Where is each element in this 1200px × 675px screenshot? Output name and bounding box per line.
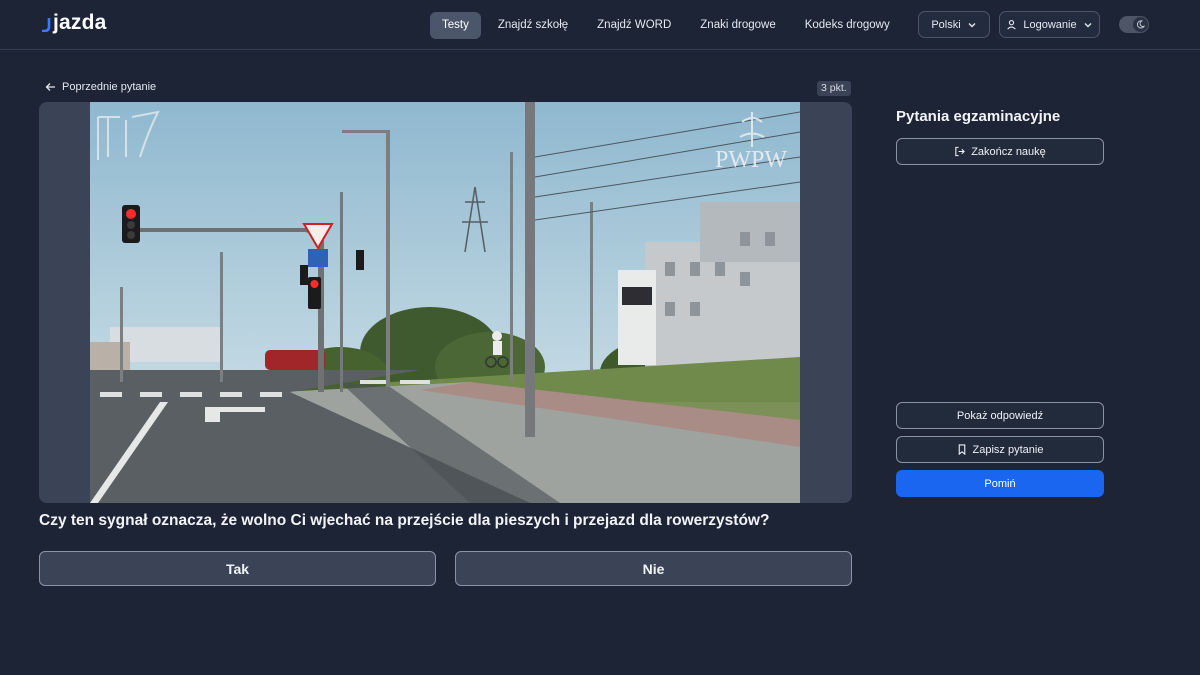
answer-yes-button[interactable]: Tak [39, 551, 436, 586]
top-navbar: jazda Testy Znajdź szkołę Znajdź WORD Zn… [0, 0, 1200, 50]
previous-question-label: Poprzednie pytanie [62, 81, 157, 93]
moon-icon [1136, 20, 1145, 29]
logo-icon [42, 18, 51, 32]
language-select[interactable]: Polski [918, 11, 990, 38]
nav-link-road-signs[interactable]: Znaki drogowe [688, 12, 787, 39]
question-media: PWPW [39, 102, 852, 503]
nav-link-tests[interactable]: Testy [430, 11, 481, 39]
sidebar-title: Pytania egzaminacyjne [896, 108, 1061, 125]
nav-link-traffic-code[interactable]: Kodeks drogowy [793, 12, 902, 39]
logo-text: jazda [53, 11, 107, 34]
user-icon [1007, 20, 1017, 30]
answer-no-button[interactable]: Nie [455, 551, 852, 586]
save-question-label: Zapisz pytanie [972, 443, 1044, 456]
logout-icon [954, 146, 966, 157]
theme-toggle[interactable] [1119, 16, 1149, 33]
chevron-down-icon [1084, 22, 1092, 27]
theme-toggle-knob [1133, 17, 1148, 32]
show-answer-button[interactable]: Pokaż odpowiedź [896, 402, 1104, 429]
arrow-left-icon [45, 83, 55, 91]
question-text: Czy ten sygnał oznacza, że wolno Ci wjec… [39, 512, 770, 529]
bookmark-icon [957, 444, 967, 455]
previous-question-link[interactable]: Poprzednie pytanie [45, 81, 156, 93]
language-label: Polski [931, 18, 961, 31]
traffic-scene-image: PWPW [90, 102, 800, 503]
skip-button[interactable]: Pomiń [896, 470, 1104, 497]
nav-link-find-word[interactable]: Znajdź WORD [585, 12, 683, 39]
logo[interactable]: jazda [42, 11, 107, 35]
nav-links: Testy Znajdź szkołę Znajdź WORD Znaki dr… [430, 11, 959, 39]
finish-learning-label: Zakończ naukę [971, 145, 1046, 158]
media-watermark: PWPW [715, 147, 787, 173]
finish-learning-button[interactable]: Zakończ naukę [896, 138, 1104, 165]
nav-link-find-school[interactable]: Znajdź szkołę [486, 12, 580, 39]
points-badge: 3 pkt. [817, 81, 851, 96]
chevron-down-icon [968, 22, 976, 27]
login-button[interactable]: Logowanie [999, 11, 1100, 38]
login-label: Logowanie [1023, 18, 1077, 31]
save-question-button[interactable]: Zapisz pytanie [896, 436, 1104, 463]
